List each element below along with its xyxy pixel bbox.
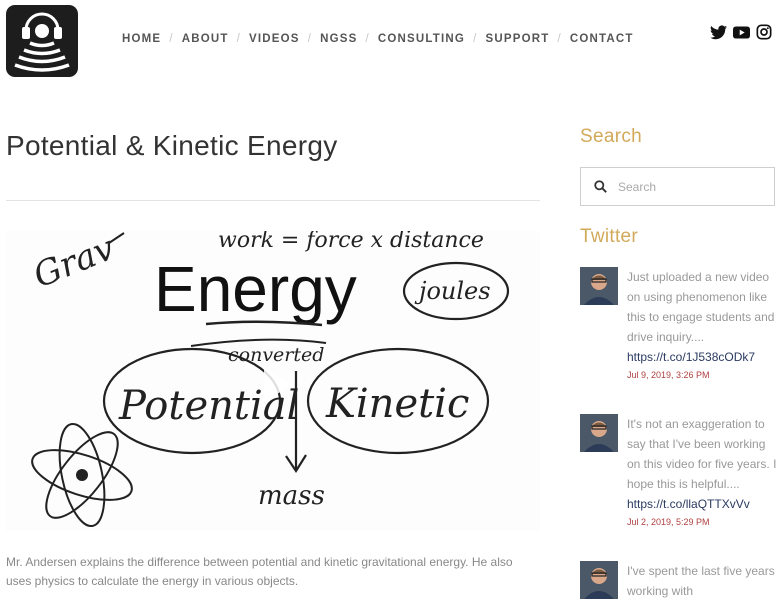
twitter-icon[interactable] xyxy=(710,25,727,40)
nav-separator: / xyxy=(473,33,478,45)
wb-right-bubble: Kinetic xyxy=(325,381,469,427)
main-nav: HOME / ABOUT / VIDEOS / NGSS / CONSULTING / S… xyxy=(122,33,634,45)
tweet-date[interactable]: Jul 2, 2019, 5:29 PM xyxy=(627,517,777,527)
page-title: Potential & Kinetic Energy xyxy=(6,130,338,161)
headphones-logo-icon xyxy=(14,12,70,72)
search-box xyxy=(580,167,775,206)
youtube-icon[interactable] xyxy=(733,25,750,39)
nav-consulting[interactable]: CONSULTING xyxy=(378,33,465,45)
video-player[interactable]: Grav work = force x distance Energy joul… xyxy=(6,231,540,531)
tweet-text: Just uploaded a new video on using pheno… xyxy=(627,270,775,344)
site-logo[interactable] xyxy=(6,5,78,77)
instagram-icon[interactable] xyxy=(756,24,772,40)
tweet-date[interactable]: Jul 9, 2019, 3:26 PM xyxy=(627,370,777,380)
twitter-heading: Twitter xyxy=(580,226,639,247)
search-input[interactable] xyxy=(616,178,760,195)
wb-corner-text: Grav xyxy=(28,231,120,296)
avatar[interactable] xyxy=(580,267,618,305)
nav-separator: / xyxy=(365,33,370,45)
tweet-text: It's not an exaggeration to say that I'v… xyxy=(627,417,777,491)
tweet-link[interactable]: https://t.co/llaQTTXvVv xyxy=(627,494,777,514)
wb-bottom-text: mass xyxy=(258,481,325,511)
nav-support[interactable]: SUPPORT xyxy=(485,33,549,45)
nav-ngss[interactable]: NGSS xyxy=(320,33,357,45)
tweet-text: I've spent the last five years working w… xyxy=(627,564,775,598)
nav-videos[interactable]: VIDEOS xyxy=(249,33,300,45)
nav-separator: / xyxy=(557,33,562,45)
nav-separator: / xyxy=(236,33,242,45)
post-description: Mr. Andersen explains the difference bet… xyxy=(6,555,513,588)
wb-connector: converted xyxy=(228,344,324,366)
nav-home[interactable]: HOME xyxy=(122,33,161,45)
tweet-link[interactable]: https://t.co/1J538cODk7 xyxy=(627,347,777,367)
nav-contact[interactable]: CONTACT xyxy=(570,33,634,45)
nav-about[interactable]: ABOUT xyxy=(182,33,229,45)
wb-units: joules xyxy=(414,277,491,305)
search-heading: Search xyxy=(580,126,643,147)
avatar[interactable] xyxy=(580,561,618,599)
energy-whiteboard-thumbnail: Grav work = force x distance Energy joul… xyxy=(28,231,510,528)
social-links xyxy=(710,24,772,40)
divider xyxy=(6,200,540,201)
nav-separator: / xyxy=(169,33,174,45)
wb-top-text: work = force x distance xyxy=(218,231,484,253)
avatar[interactable] xyxy=(580,414,618,452)
nav-separator: / xyxy=(307,33,313,45)
search-icon xyxy=(594,180,607,193)
wb-heading: Energy xyxy=(154,253,357,325)
